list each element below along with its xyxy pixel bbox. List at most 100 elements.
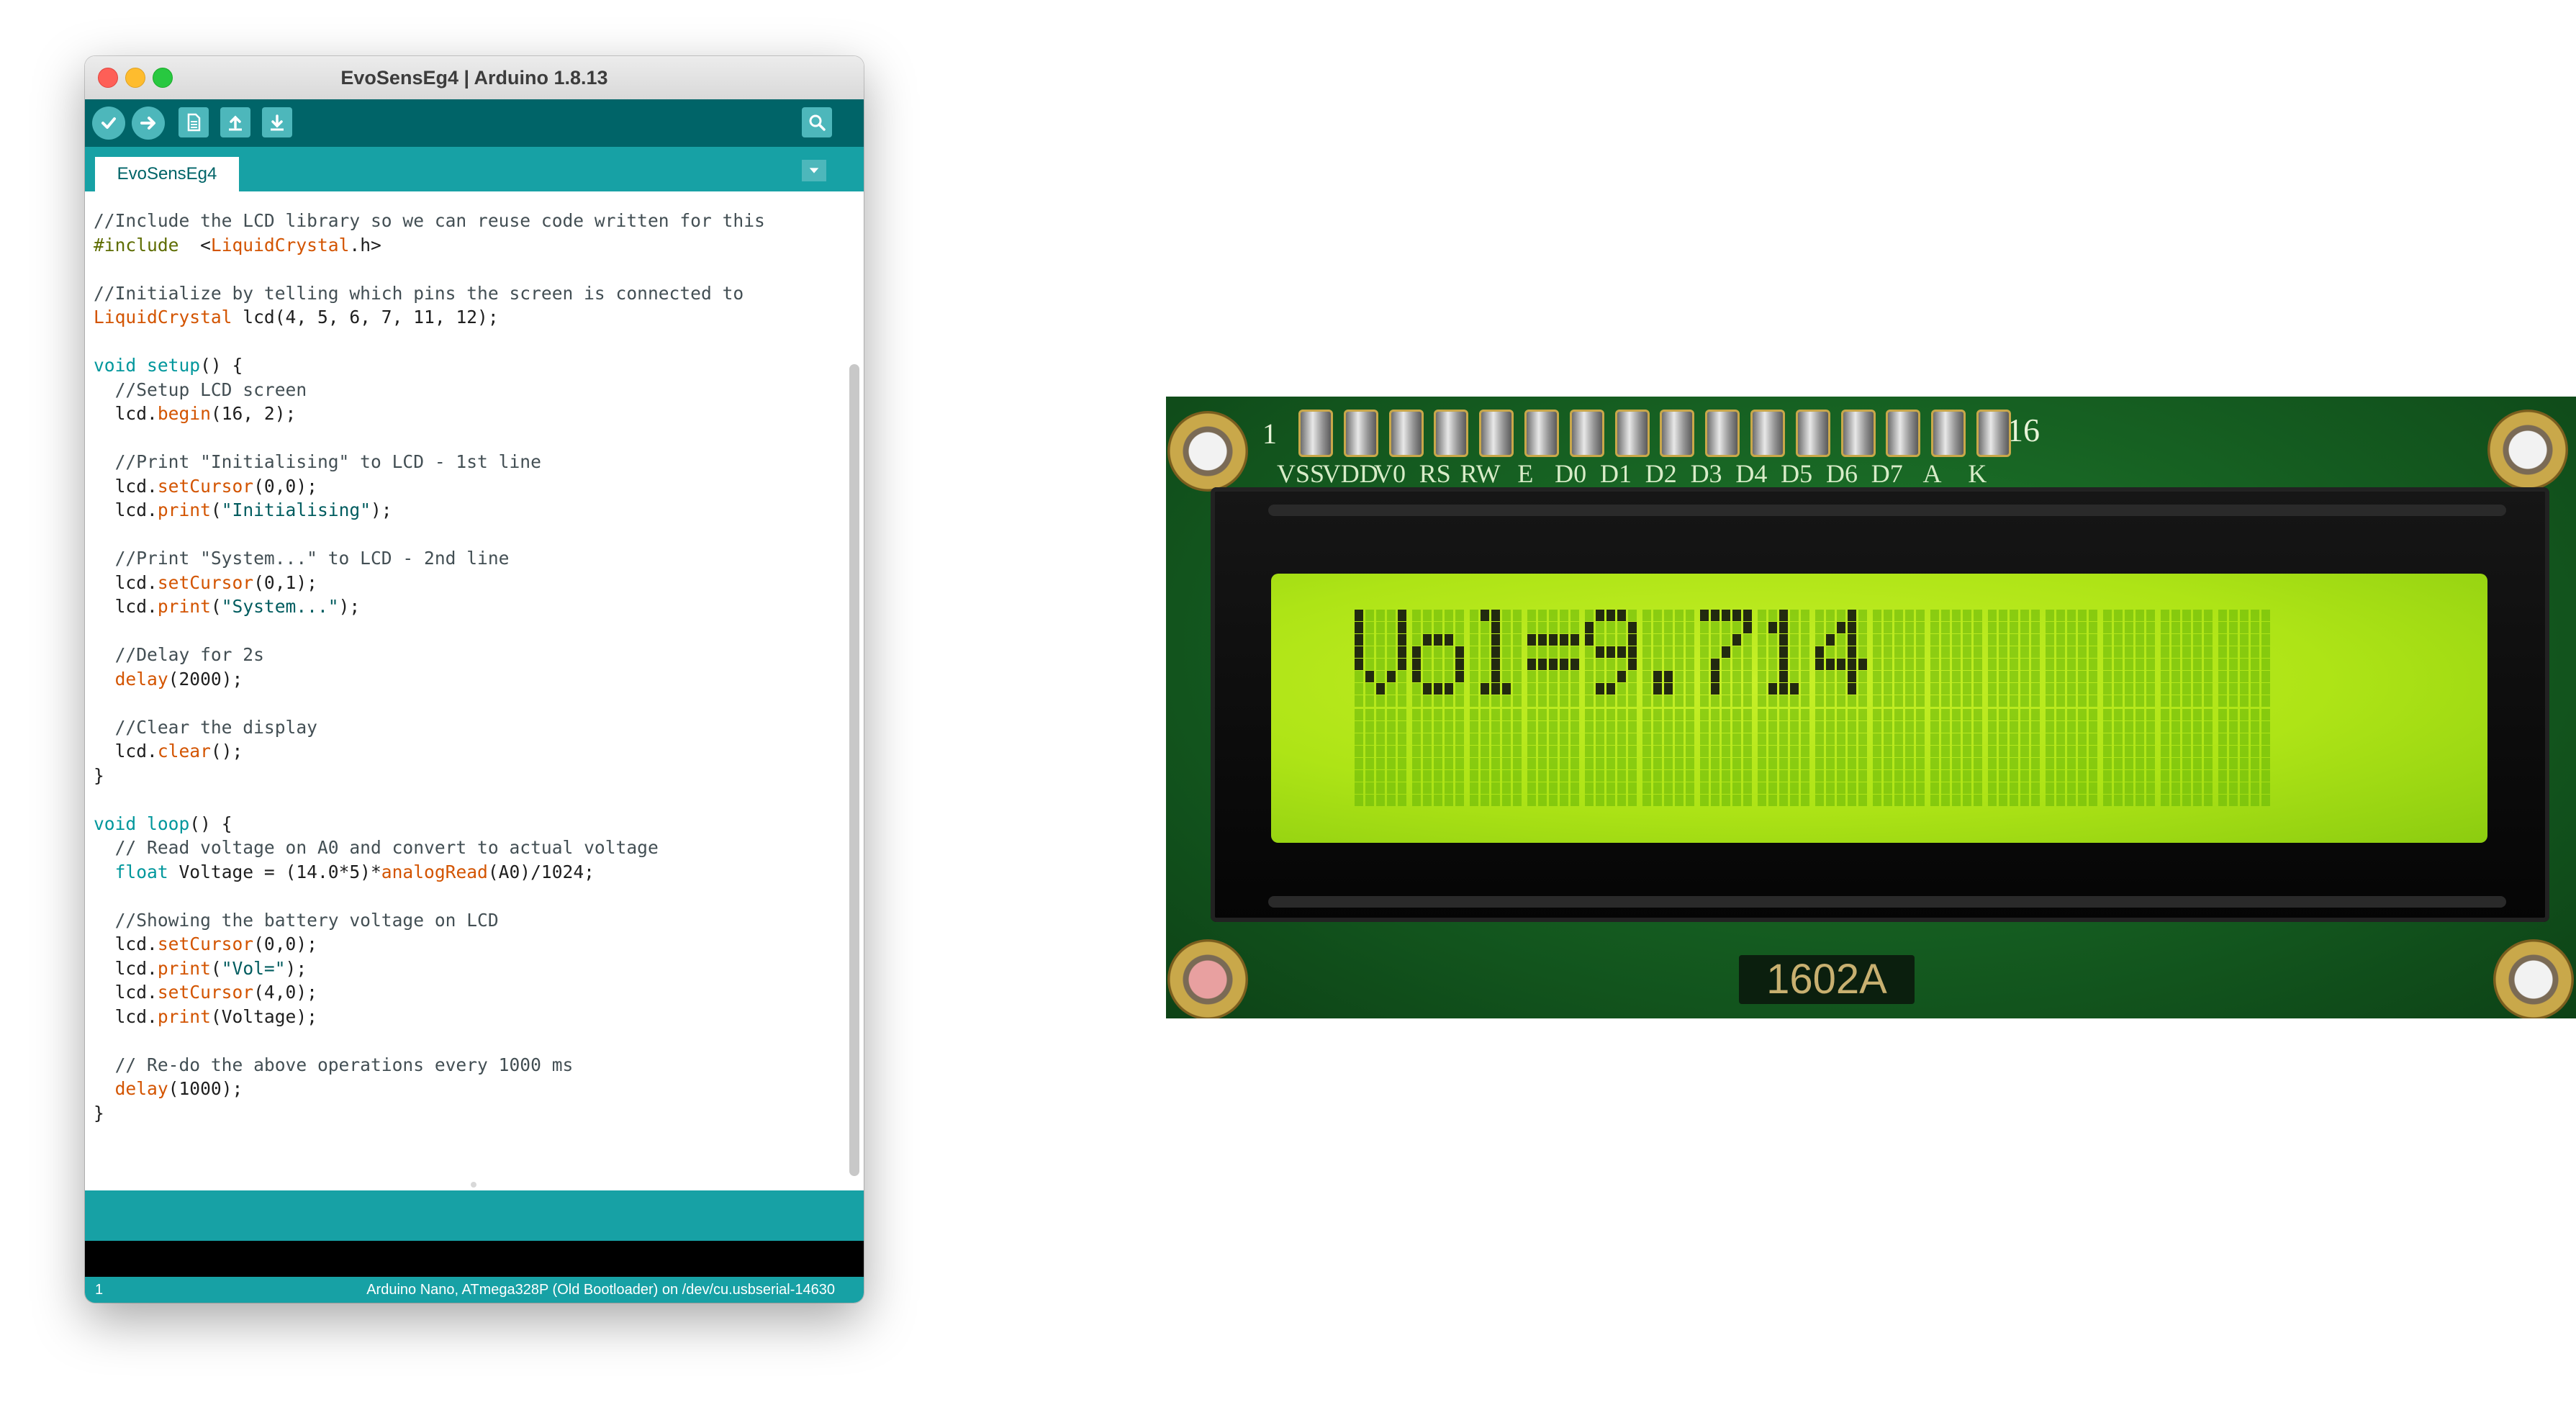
lcd-character-cell xyxy=(1873,610,1928,707)
tab-bar: EvoSensEg4 xyxy=(85,147,864,191)
code-line[interactable]: //Showing the battery voltage on LCD xyxy=(94,908,765,933)
lcd-character-cell xyxy=(1930,610,1985,707)
code-token: (4,0); xyxy=(253,982,317,1003)
code-editor[interactable]: //Include the LCD library so we can reus… xyxy=(85,191,864,1190)
code-token: (16, 2); xyxy=(210,403,297,424)
code-line[interactable]: //Clear the display xyxy=(94,715,765,740)
lcd-character-cell xyxy=(2218,610,2273,707)
code-line[interactable]: LiquidCrystal lcd(4, 5, 6, 7, 11, 12); xyxy=(94,305,765,330)
window-title: EvoSensEg4 | Arduino 1.8.13 xyxy=(340,67,608,89)
code-line[interactable]: void setup() { xyxy=(94,353,765,378)
code-token: lcd. xyxy=(94,933,158,954)
code-token: void xyxy=(94,813,137,834)
code-line[interactable]: delay(2000); xyxy=(94,667,765,692)
code-line[interactable] xyxy=(94,257,765,281)
chevron-down-icon xyxy=(809,168,819,173)
pin-label: D1 xyxy=(1599,459,1632,488)
code-line[interactable]: lcd.setCursor(0,1); xyxy=(94,571,765,595)
pin1-label: 1 xyxy=(1262,417,1277,450)
verify-button[interactable] xyxy=(92,107,125,140)
lcd-character-cell xyxy=(1355,709,1409,806)
pin-label: VDD xyxy=(1321,459,1378,488)
lcd-character-cell xyxy=(1412,709,1467,806)
code-line[interactable]: lcd.print(Voltage); xyxy=(94,1005,765,1029)
code-line[interactable]: //Print "Initialising" to LCD - 1st line xyxy=(94,450,765,474)
code-token: print xyxy=(157,1005,211,1027)
code-token: void xyxy=(94,355,137,376)
serial-monitor-button[interactable] xyxy=(802,107,832,137)
code-line[interactable] xyxy=(94,787,765,812)
code-line[interactable]: lcd.print("Initialising"); xyxy=(94,498,765,523)
code-line[interactable]: //Initialize by telling which pins the s… xyxy=(94,281,765,306)
code-token: //Include the LCD library so we can reus… xyxy=(94,210,765,231)
open-sketch-button[interactable] xyxy=(220,107,250,137)
code-line[interactable]: lcd.setCursor(0,0); xyxy=(94,474,765,499)
pin-label: VSS xyxy=(1277,459,1325,488)
code-line[interactable] xyxy=(94,691,765,715)
mounting-hole xyxy=(1167,411,1248,492)
code-line[interactable]: //Print "System..." to LCD - 2nd line xyxy=(94,546,765,571)
code-token: LiquidCrystal xyxy=(210,234,350,256)
code-token: (0,1); xyxy=(253,571,317,593)
pin-label: D4 xyxy=(1735,459,1768,488)
code-line[interactable]: lcd.setCursor(4,0); xyxy=(94,980,765,1005)
code-line[interactable]: } xyxy=(94,764,765,788)
code-token: //Showing the battery voltage on LCD xyxy=(94,909,499,931)
code-line[interactable] xyxy=(94,330,765,354)
code-token: ); xyxy=(338,596,361,617)
code-line[interactable]: //Delay for 2s xyxy=(94,643,765,667)
lcd-character-cell xyxy=(1988,709,2043,806)
bezel-rail xyxy=(1268,505,2506,516)
lcd-character-cell xyxy=(1758,610,1812,707)
upload-button[interactable] xyxy=(132,107,165,140)
code-token: clear xyxy=(157,741,211,761)
code-line[interactable] xyxy=(94,884,765,908)
code-line[interactable]: // Re-do the above operations every 1000… xyxy=(94,1053,765,1077)
code-line[interactable]: lcd.print("System..."); xyxy=(94,595,765,619)
code-line[interactable]: lcd.clear(); xyxy=(94,739,765,764)
code-line[interactable]: void loop() { xyxy=(94,812,765,836)
code-line[interactable]: lcd.setCursor(0,0); xyxy=(94,932,765,957)
save-sketch-button[interactable] xyxy=(262,107,292,137)
code-line[interactable]: #include <LiquidCrystal.h> xyxy=(94,233,765,258)
lcd-character-cell xyxy=(2161,709,2215,806)
open-arrow-up-icon xyxy=(229,115,242,131)
code-line[interactable] xyxy=(94,619,765,643)
code-line[interactable]: // Read voltage on A0 and convert to act… xyxy=(94,836,765,860)
mounting-hole xyxy=(2487,410,2568,490)
header-pin xyxy=(1434,410,1469,457)
code-line[interactable] xyxy=(94,1029,765,1053)
code-line[interactable] xyxy=(94,523,765,547)
code-token: (0,0); xyxy=(253,933,317,954)
code-text[interactable]: //Include the LCD library so we can reus… xyxy=(94,209,765,1125)
code-line[interactable]: lcd.begin(16, 2); xyxy=(94,402,765,426)
bezel-rail xyxy=(1268,896,2506,908)
horizontal-scroll-indicator xyxy=(471,1182,476,1188)
lcd-character-cell xyxy=(1470,610,1524,707)
code-line[interactable]: lcd.print("Vol="); xyxy=(94,957,765,981)
code-token: //Clear the display xyxy=(94,716,317,738)
code-line[interactable]: //Setup LCD screen xyxy=(94,378,765,402)
code-token: ); xyxy=(371,499,392,520)
header-pin xyxy=(1614,410,1650,457)
code-line[interactable]: delay(1000); xyxy=(94,1077,765,1101)
tab-menu-button[interactable] xyxy=(802,160,826,181)
tab-evosenseg4[interactable]: EvoSensEg4 xyxy=(95,157,239,191)
code-token: LiquidCrystal xyxy=(94,307,232,327)
code-line[interactable]: } xyxy=(94,1101,765,1126)
code-line[interactable]: //Include the LCD library so we can reus… xyxy=(94,209,765,233)
lcd-character-cell xyxy=(2046,610,2100,707)
code-token: lcd. xyxy=(94,403,158,424)
new-sketch-button[interactable] xyxy=(178,107,209,137)
header-pin xyxy=(1840,410,1876,457)
vertical-scrollbar[interactable] xyxy=(849,364,859,1176)
lcd-screen xyxy=(1271,574,2487,843)
pin-label: D0 xyxy=(1555,459,1587,488)
code-line[interactable] xyxy=(94,426,765,451)
title-bar: EvoSensEg4 | Arduino 1.8.13 xyxy=(85,56,864,100)
code-line[interactable]: float Voltage = (14.0*5)*analogRead(A0)/… xyxy=(94,860,765,885)
pin16-label: 16 xyxy=(2007,412,2040,448)
code-token: setCursor xyxy=(157,982,254,1003)
